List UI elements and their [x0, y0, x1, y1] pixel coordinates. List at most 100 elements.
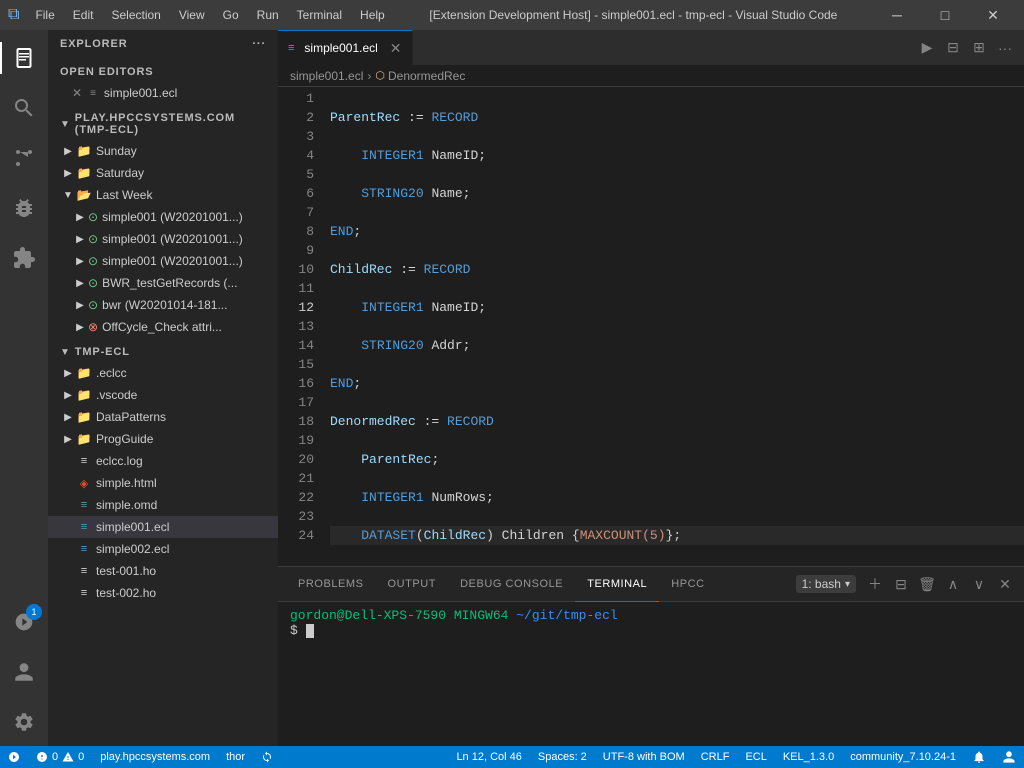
menu-view[interactable]: View [171, 6, 213, 24]
menu-edit[interactable]: Edit [65, 6, 102, 24]
split-terminal-button[interactable]: ⊟ [890, 573, 912, 595]
menu-terminal[interactable]: Terminal [289, 6, 350, 24]
status-ln-col[interactable]: Ln 12, Col 46 [448, 746, 529, 768]
activity-debug[interactable] [0, 184, 48, 232]
tree-last-week[interactable]: ▼ 📂 Last Week [48, 184, 278, 206]
run-button[interactable]: ▶ [916, 37, 938, 59]
tree-bwr[interactable]: ▶ ⊙ bwr (W20201014-181... [48, 294, 278, 316]
close-panel-button[interactable]: ✕ [994, 573, 1016, 595]
last-week-arrow-icon: ▼ [60, 187, 76, 203]
terminal-selector-arrow: ▾ [845, 579, 850, 590]
tabs-bar: ≡ simple001.ecl ✕ ▶ ⊟ ⊞ ··· [278, 30, 1024, 65]
activity-account[interactable] [0, 648, 48, 696]
tmp-ecl-label: TMP-ECL [75, 346, 130, 358]
menu-selection[interactable]: Selection [103, 6, 168, 24]
terminal-path: ~/git/tmp-ecl [516, 608, 617, 623]
tree-simple-html[interactable]: ▶ ◈ simple.html [48, 472, 278, 494]
tab-close-icon[interactable]: ✕ [390, 40, 402, 57]
panel-move-down-button[interactable]: ∨ [968, 573, 990, 595]
tree-vscode-folder[interactable]: ▶ 📁 .vscode [48, 384, 278, 406]
code-content[interactable]: ParentRec := RECORD INTEGER1 NameID; STR… [322, 87, 1024, 566]
open-editors-header[interactable]: OPEN EDITORS [48, 58, 278, 82]
tree-simple001-2[interactable]: ▶ ⊙ simple001 (W20201001...) [48, 228, 278, 250]
split-v-button[interactable]: ⊞ [968, 37, 990, 59]
offcycle-arrow: ▶ [72, 319, 88, 335]
activity-remote[interactable]: 1 [0, 598, 48, 646]
panel-tab-hpcc[interactable]: HPCC [659, 567, 716, 602]
tree-test001[interactable]: ▶ ≡ test-001.ho [48, 560, 278, 582]
status-thor[interactable]: thor [218, 746, 253, 768]
breadcrumb-symbol[interactable]: ⬡ DenormedRec [375, 69, 465, 83]
editor-tab-simple001[interactable]: ≡ simple001.ecl ✕ [278, 30, 413, 65]
activity-extensions[interactable] [0, 234, 48, 282]
status-server[interactable]: play.hpccsystems.com [92, 746, 218, 768]
activity-git[interactable] [0, 134, 48, 182]
status-remote[interactable] [0, 746, 28, 768]
menu-run[interactable]: Run [249, 6, 287, 24]
explorer-title: EXPLORER ··· [48, 30, 278, 58]
status-encoding[interactable]: UTF-8 with BOM [595, 746, 693, 768]
activity-explorer[interactable] [0, 34, 48, 82]
code-editor[interactable]: 1 2 3 4 5 6 7 8 9 10 11 12 13 14 15 16 1… [278, 87, 1024, 566]
tree-bwr-test[interactable]: ▶ ⊙ BWR_testGetRecords (... [48, 272, 278, 294]
split-h-button[interactable]: ⊟ [942, 37, 964, 59]
terminal-content[interactable]: gordon@Dell-XPS-7590 MINGW64 ~/git/tmp-e… [278, 602, 1024, 746]
explorer-more-button[interactable]: ··· [252, 38, 266, 50]
terminal-input-line: $ [290, 623, 1012, 638]
status-sync[interactable] [253, 746, 281, 768]
delete-terminal-button[interactable]: 🗑 [916, 573, 938, 595]
status-bell[interactable] [964, 746, 994, 768]
tree-eclcc-folder[interactable]: ▶ 📁 .eclcc [48, 362, 278, 384]
tree-sunday[interactable]: ▶ 📁 Sunday [48, 140, 278, 162]
tree-offcycle[interactable]: ▶ ⊗ OffCycle_Check attri... [48, 316, 278, 338]
tree-simple002-ecl[interactable]: ▶ ≡ simple002.ecl [48, 538, 278, 560]
status-kel[interactable]: KEL_1.3.0 [775, 746, 842, 768]
terminal-selector[interactable]: 1: bash ▾ [796, 575, 856, 593]
status-lang[interactable]: ECL [737, 746, 774, 768]
status-left: 0 0 play.hpccsystems.com thor [0, 746, 281, 768]
close-button[interactable]: ✕ [970, 0, 1016, 30]
remote-badge: 1 [26, 604, 42, 620]
close-editor-icon[interactable]: ✕ [72, 86, 82, 100]
activity-search[interactable] [0, 84, 48, 132]
panel-tab-output[interactable]: OUTPUT [376, 567, 449, 602]
server-section-header[interactable]: ▼ PLAY.HPCCSYSTEMS.COM (TMP-ECL) [48, 104, 278, 140]
status-eol[interactable]: CRLF [693, 746, 738, 768]
breadcrumb-file[interactable]: simple001.ecl [290, 69, 363, 83]
terminal-prompt: gordon@Dell-XPS-7590 MINGW64 [290, 608, 508, 623]
panel-tab-problems[interactable]: PROBLEMS [286, 567, 376, 602]
tree-simple-omd[interactable]: ▶ ≡ simple.omd [48, 494, 278, 516]
tree-eclcc-log[interactable]: ▶ ≡ eclcc.log [48, 450, 278, 472]
add-terminal-button[interactable]: ＋ [864, 573, 886, 595]
tree-simple001-ecl[interactable]: ▶ ≡ simple001.ecl [48, 516, 278, 538]
tree-simple001-1[interactable]: ▶ ⊙ simple001 (W20201001...) [48, 206, 278, 228]
vscode-folder-icon: 📁 [76, 387, 92, 403]
line-9: 9 [278, 241, 314, 260]
panel-tab-terminal[interactable]: TERMINAL [575, 567, 659, 602]
panel-tab-debug[interactable]: DEBUG CONSOLE [448, 567, 575, 602]
line-18: 18 [278, 412, 314, 431]
menu-go[interactable]: Go [215, 6, 247, 24]
status-community[interactable]: community_7.10.24-1 [842, 746, 964, 768]
maximize-button[interactable]: □ [922, 0, 968, 30]
tmp-ecl-header[interactable]: ▼ TMP-ECL [48, 338, 278, 362]
activity-settings[interactable] [0, 698, 48, 746]
datapatterns-arrow: ▶ [60, 409, 76, 425]
menu-help[interactable]: Help [352, 6, 393, 24]
menu-file[interactable]: File [27, 6, 62, 24]
tree-datapatterns-folder[interactable]: ▶ 📁 DataPatterns [48, 406, 278, 428]
minimize-button[interactable]: ─ [874, 0, 920, 30]
status-errors[interactable]: 0 0 [28, 746, 92, 768]
tree-saturday[interactable]: ▶ 📁 Saturday [48, 162, 278, 184]
panel-move-up-button[interactable]: ∧ [942, 573, 964, 595]
tree-test002[interactable]: ▶ ≡ test-002.ho [48, 582, 278, 604]
status-spaces[interactable]: Spaces: 2 [530, 746, 595, 768]
open-editor-item[interactable]: ✕ ≡ simple001.ecl [48, 82, 278, 104]
tree-simple001-3[interactable]: ▶ ⊙ simple001 (W20201001...) [48, 250, 278, 272]
denormed-rec-icon: ⬡ [375, 69, 385, 82]
line-numbers: 1 2 3 4 5 6 7 8 9 10 11 12 13 14 15 16 1… [278, 87, 322, 566]
tree-progguide-folder[interactable]: ▶ 📁 ProgGuide [48, 428, 278, 450]
status-account[interactable] [994, 746, 1024, 768]
more-button[interactable]: ··· [994, 37, 1016, 59]
simple001-1-label: simple001 (W20201001...) [102, 210, 243, 224]
